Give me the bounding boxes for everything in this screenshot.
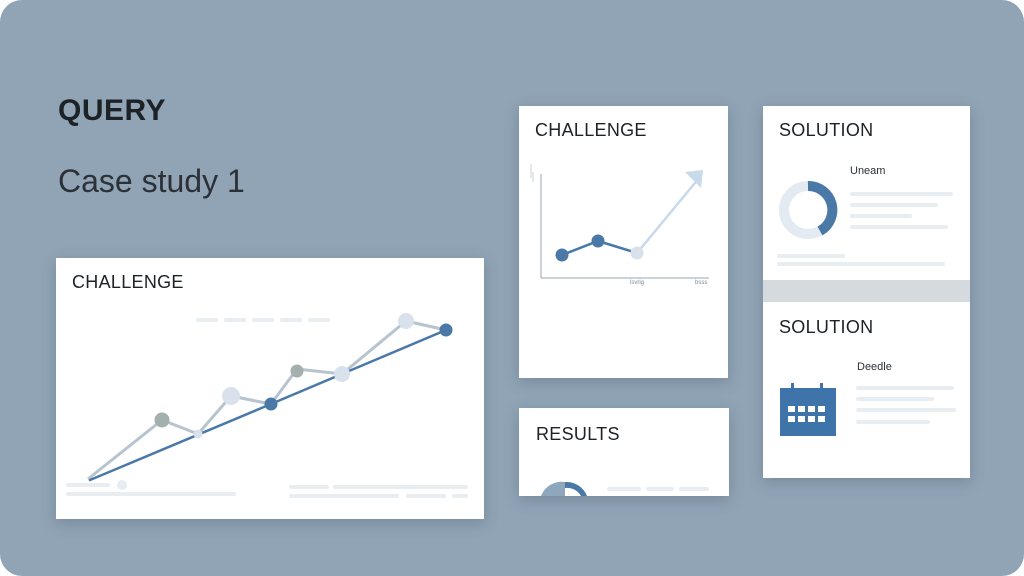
chart-point [334,366,350,382]
placeholder-line [856,386,954,390]
placeholder-line [856,397,934,401]
footer-line [66,483,110,487]
x-tick-label: lsvrig [630,280,645,286]
placeholder-line [856,408,956,412]
footer-line [452,494,468,498]
challenge-card-small[interactable]: CHALLENGE lsvrig bsss [519,106,728,378]
challenge-mini-chart [530,164,709,279]
placeholder-line [856,420,930,424]
challenge-card-large[interactable]: CHALLENGE [56,258,484,519]
chart-point [154,412,170,428]
solution-card[interactable]: SOLUTION Uneam SOLUTION Deedle [763,106,970,478]
chart-point [193,429,203,439]
placeholder-line [607,487,641,491]
chart-point [222,387,240,405]
donut-chart-icon [541,481,587,496]
footer-line [333,485,468,489]
x-tick-label: bsss [695,280,708,286]
footer-line [66,492,236,496]
chart-point [555,248,569,262]
results-card[interactable]: RESULTS [519,408,729,496]
page-heading: QUERY [58,94,167,127]
page-subheading: Case study 1 [58,163,245,199]
placeholder-line [679,487,709,491]
trend-line-chart [87,313,453,490]
chart-point [117,480,127,490]
mini-trend-line [561,177,700,257]
chart-point [630,246,644,260]
footer-line [289,485,329,489]
chart-point [264,397,278,411]
placeholder-line [646,487,674,491]
chart-point [290,364,304,378]
slide-canvas: QUERY Case study 1 CHALLENGE CHALLENGE l… [0,0,1024,576]
chart-point [591,234,605,248]
footer-line [406,494,446,498]
chart-point [398,313,414,329]
footer-line [289,494,399,498]
chart-point [439,323,453,337]
